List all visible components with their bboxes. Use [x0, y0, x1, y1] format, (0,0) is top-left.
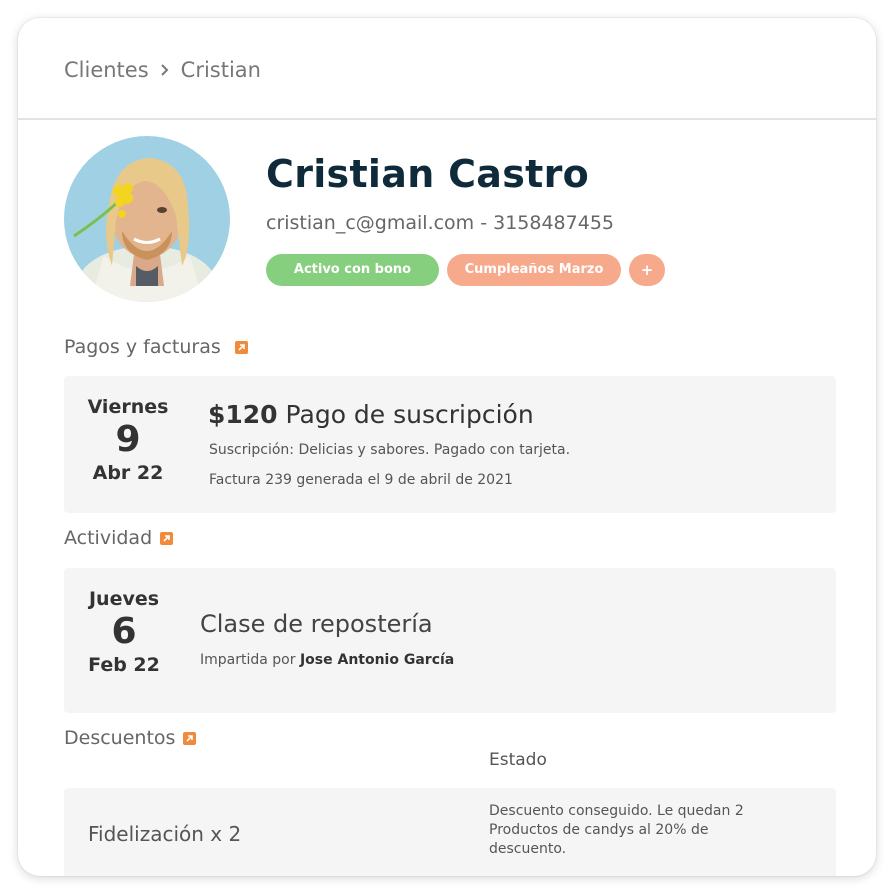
discounts-section-title: Descuentos	[64, 727, 197, 749]
payment-description: Pago de suscripción	[285, 400, 534, 429]
activity-month: Feb 22	[88, 654, 160, 676]
client-name: Cristian Castro	[266, 152, 590, 196]
breadcrumb-clientes-link[interactable]: Clientes	[64, 58, 149, 82]
activity-date: Jueves 6 Feb 22	[82, 588, 166, 676]
discount-row[interactable]: Fidelización x 2 Descuento conseguido. L…	[64, 788, 836, 876]
external-link-icon[interactable]	[234, 340, 248, 354]
discounts-title: Descuentos	[64, 727, 176, 749]
payment-date: Viernes 9 Abr 22	[86, 396, 170, 484]
payments-title: Pagos y facturas	[64, 336, 221, 358]
external-link-icon[interactable]	[160, 531, 174, 545]
payment-day: Viernes	[87, 396, 169, 418]
client-contact: cristian_c@gmail.com - 3158487455	[266, 212, 615, 234]
breadcrumb-current: Cristian	[180, 58, 261, 82]
payment-line-1: Suscripción: Delicias y sabores. Pagado …	[209, 442, 571, 458]
discount-state: Descuento conseguido. Le quedan 2 Produc…	[489, 803, 744, 857]
payment-item[interactable]: Viernes 9 Abr 22 $120 Pago de suscripció…	[64, 376, 836, 513]
avatar	[64, 136, 230, 302]
payments-section-title: Pagos y facturas	[64, 336, 248, 358]
payment-amount: $120	[208, 400, 278, 429]
breadcrumb: Clientes Cristian	[64, 58, 261, 82]
payment-date-number: 9	[115, 419, 141, 460]
activity-title: Actividad	[64, 527, 153, 549]
activity-section-title: Actividad	[64, 527, 174, 549]
activity-instructor-prefix: Impartida por	[200, 652, 296, 668]
activity-day: Jueves	[88, 588, 160, 610]
tag-activo-con-bono[interactable]: Activo con bono	[266, 254, 439, 286]
add-tag-button[interactable]: +	[629, 254, 665, 286]
activity-instructor-name: Jose Antonio García	[299, 652, 455, 668]
client-card: Clientes Cristian Cristian Castro cristi…	[18, 18, 876, 876]
payment-title: $120 Pago de suscripción	[208, 400, 534, 429]
discounts-column-state: Estado	[489, 750, 547, 770]
tag-list: Activo con bono Cumpleaños Marzo +	[266, 254, 665, 286]
payment-month: Abr 22	[92, 462, 164, 484]
chevron-right-icon	[159, 63, 171, 77]
tag-cumpleanos-marzo[interactable]: Cumpleaños Marzo	[447, 254, 621, 286]
payment-line-2: Factura 239 generada el 9 de abril de 20…	[209, 472, 513, 488]
discount-name: Fidelización x 2	[88, 822, 242, 846]
activity-item[interactable]: Jueves 6 Feb 22 Clase de repostería Impa…	[64, 568, 836, 713]
activity-date-number: 6	[111, 611, 137, 652]
activity-title-text: Clase de repostería	[200, 610, 433, 638]
external-link-icon[interactable]	[183, 731, 197, 745]
activity-instructor: Impartida por Jose Antonio García	[200, 652, 454, 668]
header: Clientes Cristian	[18, 18, 876, 120]
